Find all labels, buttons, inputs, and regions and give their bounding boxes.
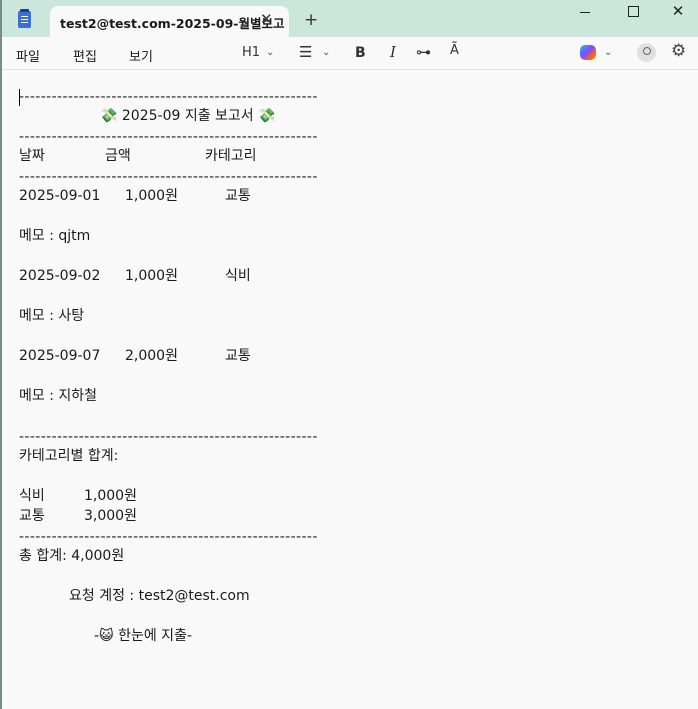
report-title: 💸 2025-09 지출 보고서 💸 bbox=[100, 108, 276, 124]
entry-amount: 2,000원 bbox=[125, 348, 178, 364]
entry-memo: 메모 : 지하철 bbox=[19, 388, 98, 404]
gear-icon[interactable]: ⚙ bbox=[671, 41, 686, 61]
tab-title: test2@test.com-2025-09-월별보고 bbox=[60, 16, 285, 31]
divider-line: ----------------------------------------… bbox=[19, 169, 318, 185]
divider-line: ----------------------------------------… bbox=[19, 89, 318, 105]
category-total-name: 식비 bbox=[19, 488, 45, 504]
window-border bbox=[0, 0, 2, 709]
notepad-window: test2@test.com-2025-09-월별보고 ✕ + ✕ 파일 편집 … bbox=[0, 0, 698, 709]
notepad-app-icon bbox=[18, 9, 31, 28]
spellcheck-icon[interactable]: A͂ bbox=[450, 43, 459, 58]
account-line: 요청 계정 : test2@test.com bbox=[69, 588, 250, 604]
minimize-button[interactable] bbox=[562, 0, 608, 30]
bold-button[interactable]: B bbox=[355, 45, 366, 61]
tab-close-icon[interactable]: ✕ bbox=[260, 10, 273, 28]
heading-button[interactable]: H1 bbox=[242, 45, 260, 60]
title-bar: test2@test.com-2025-09-월별보고 ✕ + ✕ bbox=[0, 0, 698, 37]
toolbar: 파일 편집 보기 H1 ⌄ ☰ ⌄ B I ⊶ A͂ ⌄ ⚙ bbox=[2, 37, 698, 70]
entry-date: 2025-09-01 bbox=[19, 188, 101, 204]
category-total-name: 교통 bbox=[19, 508, 45, 524]
menu-view[interactable]: 보기 bbox=[129, 46, 153, 65]
category-total-amount: 1,000원 bbox=[84, 488, 137, 504]
entry-date: 2025-09-07 bbox=[19, 348, 101, 364]
copilot-icon[interactable] bbox=[580, 45, 596, 60]
entry-amount: 1,000원 bbox=[125, 188, 178, 204]
document-tab[interactable]: test2@test.com-2025-09-월별보고 ✕ bbox=[50, 6, 289, 37]
header-amount: 금액 bbox=[105, 148, 131, 164]
minimize-icon bbox=[580, 11, 590, 13]
divider-line: ----------------------------------------… bbox=[19, 529, 318, 545]
editor-area[interactable]: ----------------------------------------… bbox=[2, 70, 698, 709]
entry-memo: 메모 : 사탕 bbox=[19, 308, 85, 324]
maximize-button[interactable] bbox=[610, 0, 656, 30]
copilot-chevron-down-icon[interactable]: ⌄ bbox=[604, 47, 612, 58]
grand-total: 총 합계: 4,000원 bbox=[19, 548, 125, 564]
account-avatar[interactable] bbox=[637, 43, 656, 62]
entry-category: 교통 bbox=[225, 348, 251, 364]
maximize-icon bbox=[627, 5, 639, 17]
menu-edit[interactable]: 편집 bbox=[73, 46, 97, 65]
header-category: 카테고리 bbox=[205, 148, 257, 164]
entry-date: 2025-09-02 bbox=[19, 268, 101, 284]
divider-line: ----------------------------------------… bbox=[19, 129, 318, 145]
entry-memo: 메모 : qjtm bbox=[19, 228, 91, 244]
close-window-button[interactable]: ✕ bbox=[655, 0, 698, 30]
heading-chevron-down-icon[interactable]: ⌄ bbox=[266, 47, 274, 58]
header-date: 날짜 bbox=[19, 148, 45, 164]
italic-button[interactable]: I bbox=[390, 43, 396, 61]
divider-line: ----------------------------------------… bbox=[19, 429, 318, 445]
category-totals-label: 카테고리별 합계: bbox=[19, 448, 119, 464]
link-icon[interactable]: ⊶ bbox=[416, 43, 431, 61]
menu-file[interactable]: 파일 bbox=[16, 46, 40, 65]
footer-line: -😺 한눈에 지출- bbox=[94, 628, 192, 644]
entry-category: 식비 bbox=[225, 268, 251, 284]
new-tab-button[interactable]: + bbox=[304, 10, 318, 30]
category-total-amount: 3,000원 bbox=[84, 508, 137, 524]
entry-category: 교통 bbox=[225, 188, 251, 204]
entry-amount: 1,000원 bbox=[125, 268, 178, 284]
list-chevron-down-icon[interactable]: ⌄ bbox=[322, 47, 330, 58]
list-icon[interactable]: ☰ bbox=[299, 43, 312, 61]
close-icon: ✕ bbox=[671, 2, 685, 20]
